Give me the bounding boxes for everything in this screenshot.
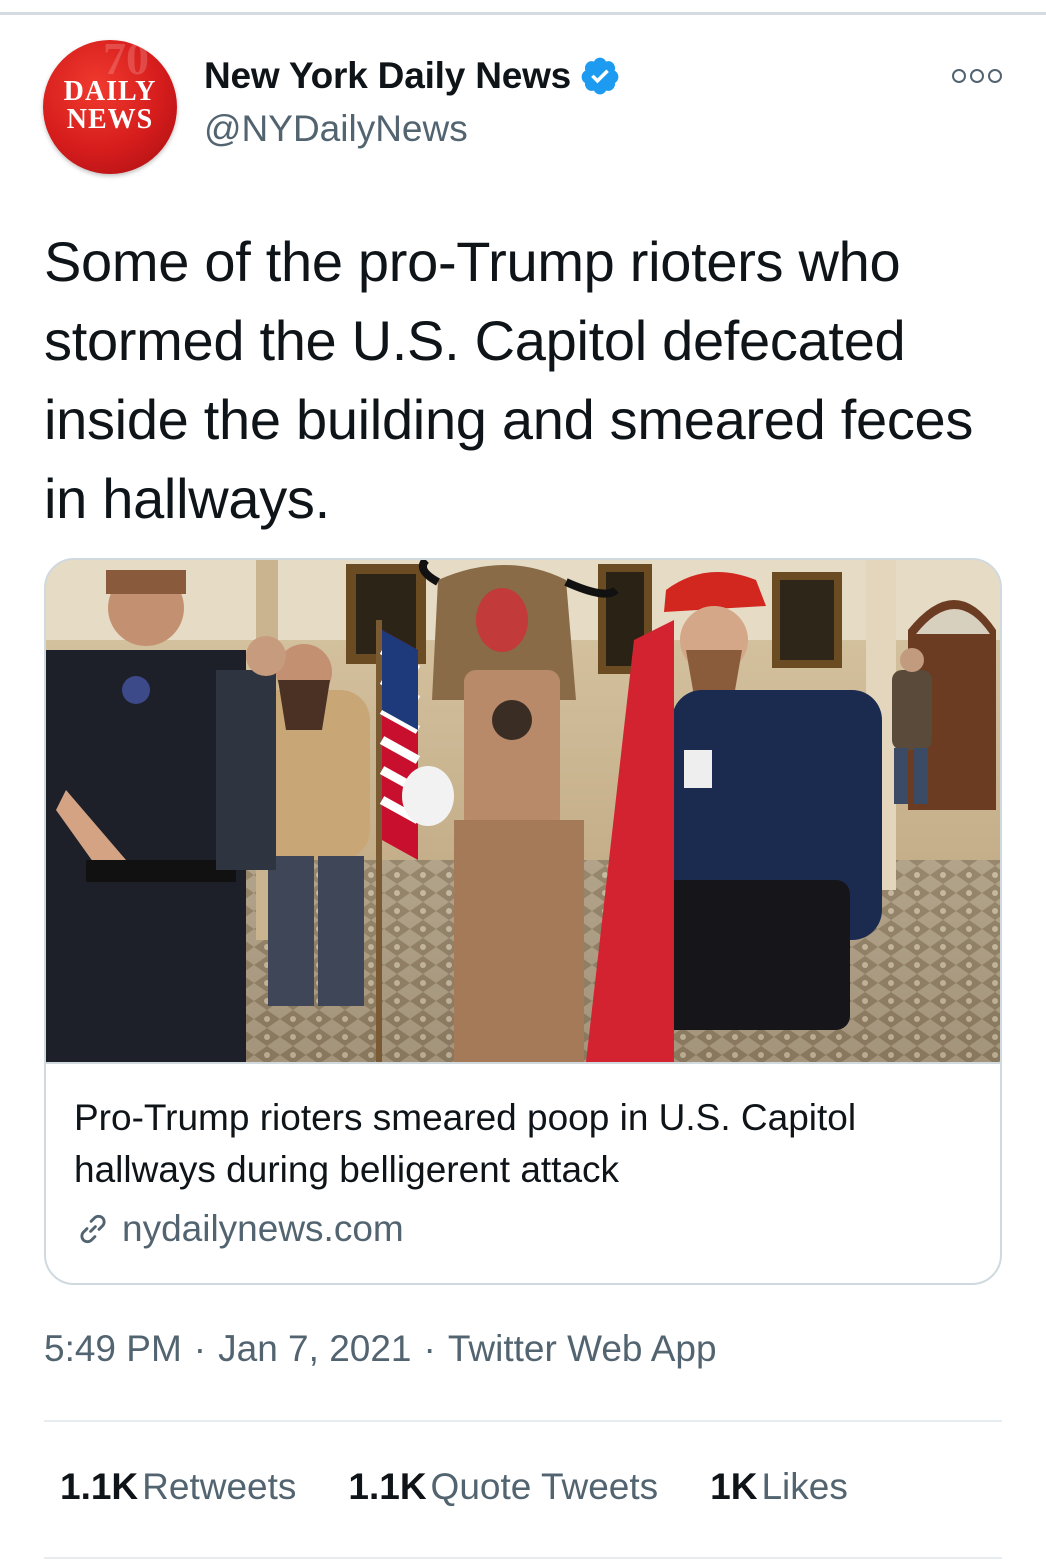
- card-title[interactable]: Pro-Trump rioters smeared poop in U.S. C…: [74, 1092, 974, 1196]
- dot-icon: [988, 69, 1002, 83]
- user-handle[interactable]: @NYDailyNews: [204, 108, 468, 150]
- tweet-meta: 5:49 PM · Jan 7, 2021 · Twitter Web App: [44, 1328, 717, 1370]
- stats-top-divider: [44, 1420, 1002, 1422]
- display-name[interactable]: New York Daily News: [204, 55, 571, 97]
- tweet-text: Some of the pro-Trump rioters who storme…: [44, 230, 974, 530]
- card-divider: [46, 1062, 1000, 1064]
- quote-tweets-label: Quote Tweets: [430, 1466, 659, 1507]
- top-divider: [0, 12, 1046, 15]
- avatar-logo-line-2: NEWS: [66, 104, 154, 135]
- link-preview-card[interactable]: Pro-Trump rioters smeared poop in U.S. C…: [44, 558, 1002, 1285]
- tweet-time[interactable]: 5:49 PM: [44, 1328, 182, 1369]
- meta-separator: ·: [423, 1328, 436, 1369]
- likes-stat[interactable]: 1K Likes: [710, 1466, 848, 1508]
- card-domain-text[interactable]: nydailynews.com: [122, 1208, 404, 1250]
- tweet-source[interactable]: Twitter Web App: [448, 1328, 717, 1369]
- quote-tweets-stat[interactable]: 1.1K Quote Tweets: [348, 1466, 658, 1508]
- verified-badge-icon: [581, 57, 619, 95]
- retweets-label: Retweets: [142, 1466, 297, 1507]
- retweets-count: 1.1K: [60, 1466, 139, 1507]
- avatar-logo-line-1: DAILY: [63, 76, 157, 107]
- author-name-row[interactable]: New York Daily News: [204, 52, 621, 100]
- dot-icon: [970, 69, 984, 83]
- link-icon: [80, 1214, 106, 1244]
- more-options-button[interactable]: [952, 64, 1002, 88]
- dot-icon: [952, 69, 966, 83]
- card-domain[interactable]: nydailynews.com: [74, 1207, 404, 1251]
- avatar[interactable]: 70 DAILY NEWS: [43, 40, 177, 174]
- meta-separator: ·: [193, 1328, 207, 1369]
- tweet-date[interactable]: Jan 7, 2021: [218, 1328, 411, 1369]
- likes-count: 1K: [710, 1466, 758, 1507]
- capitol-rioters-photo[interactable]: [46, 560, 1000, 1062]
- stats-bottom-divider: [44, 1557, 1002, 1559]
- likes-label: Likes: [761, 1466, 848, 1507]
- quote-tweets-count: 1.1K: [348, 1466, 427, 1507]
- retweets-stat[interactable]: 1.1K Retweets: [60, 1466, 296, 1508]
- engagement-stats: 1.1K Retweets 1.1K Quote Tweets 1K Likes: [60, 1466, 900, 1508]
